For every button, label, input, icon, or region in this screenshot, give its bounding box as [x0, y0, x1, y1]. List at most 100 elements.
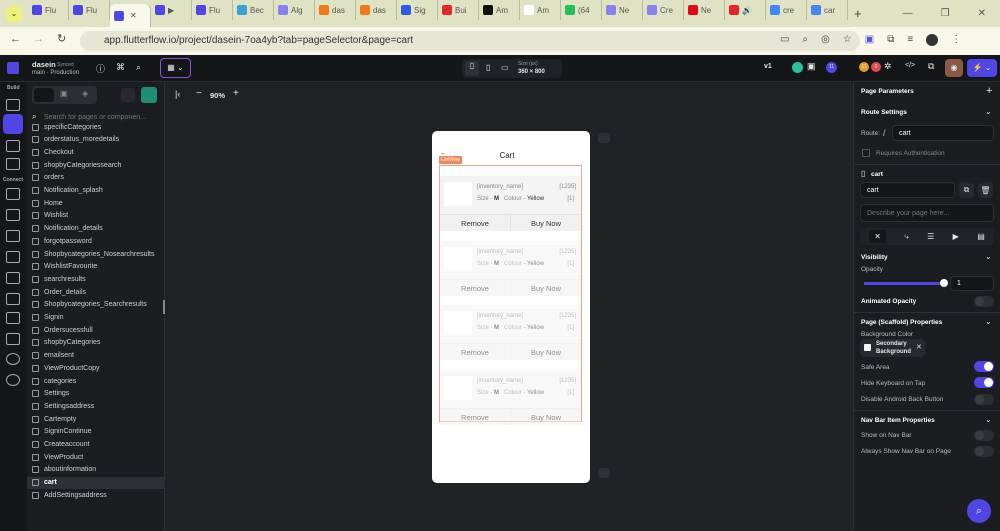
remove-button[interactable]: Remove	[440, 344, 510, 360]
cart-item-card[interactable]: [inventory_name] [1235] Size - M Colour …	[440, 241, 581, 296]
page-list-item[interactable]: Wishlist	[27, 210, 165, 222]
app-state-icon[interactable]	[6, 230, 20, 242]
preview-button[interactable]: ◉	[945, 59, 963, 77]
page-list-item[interactable]: orderstatus_moredetails	[27, 134, 165, 146]
page-list-item[interactable]: Createaccount	[27, 439, 165, 451]
page-list-item[interactable]: Notification_details	[27, 223, 165, 235]
check-icon[interactable]	[792, 62, 803, 73]
page-list-item[interactable]: Checkout	[27, 146, 165, 158]
ai-agent-icon[interactable]	[6, 333, 20, 345]
clear-icon[interactable]: ✕	[916, 343, 922, 351]
chevron-down-icon[interactable]: ⌄	[985, 107, 992, 116]
opacity-slider[interactable]	[864, 279, 948, 287]
components-icon[interactable]	[6, 251, 20, 263]
desktop-icon[interactable]: ▭	[501, 63, 509, 72]
chevron-down-icon[interactable]: ⌄	[985, 252, 992, 261]
add-page-button[interactable]	[141, 87, 157, 103]
cart-item-card[interactable]: [inventory_name] [1235] Size - M Colour …	[440, 176, 581, 231]
remove-button[interactable]: Remove	[440, 409, 510, 425]
browser-tab[interactable]: Sig	[397, 0, 438, 20]
page-list-item[interactable]: ViewProductCopy	[27, 362, 165, 374]
open-external-icon[interactable]: ⧉	[928, 61, 934, 72]
delete-page-button[interactable]: 🗑	[978, 182, 993, 198]
browser-tab[interactable]: Ne	[602, 0, 643, 20]
backend-query-tab-icon[interactable]: ☰	[927, 232, 934, 241]
buy-now-button[interactable]: Buy Now	[510, 344, 581, 360]
animations-tab-icon[interactable]: ▶	[953, 232, 959, 241]
page-list-item[interactable]: cart	[27, 476, 165, 489]
chevron-down-icon[interactable]: ⌄	[985, 415, 992, 424]
close-icon[interactable]: ✕	[978, 8, 986, 19]
theme-icon[interactable]	[6, 353, 20, 365]
always-nav-toggle[interactable]	[974, 446, 994, 457]
bug-icon[interactable]: ✲	[884, 61, 892, 72]
back-icon[interactable]: ←	[10, 33, 21, 45]
widget-palette-button[interactable]: ▦ ⌄	[160, 58, 191, 78]
notification-badge[interactable]: 11	[826, 62, 837, 73]
browser-tab[interactable]: ▶	[151, 0, 192, 20]
browser-tab[interactable]: Flu	[192, 0, 233, 20]
remove-button[interactable]: Remove	[440, 280, 510, 296]
chat-icon[interactable]: ▣	[807, 61, 816, 72]
show-nav-toggle[interactable]	[974, 430, 994, 441]
close-tab-icon[interactable]: ✕	[130, 11, 137, 20]
new-folder-button[interactable]	[121, 88, 135, 102]
puzzle-icon[interactable]: ⧉	[887, 34, 894, 46]
widget-tree-icon[interactable]	[6, 140, 20, 152]
menu-icon[interactable]: ⋮	[951, 34, 961, 46]
cart-item-card[interactable]: [inventory_name] [1235] Size - M Colour …	[440, 370, 581, 425]
add-widget-icon[interactable]	[6, 99, 20, 111]
keyboard-icon[interactable]	[598, 133, 610, 143]
browser-tab[interactable]: das	[356, 0, 397, 20]
page-list-item[interactable]: emailsent	[27, 350, 165, 362]
buy-now-button[interactable]: Buy Now	[510, 409, 581, 425]
browser-tab[interactable]: Flu	[69, 0, 110, 20]
browser-tab[interactable]: Cre	[643, 0, 684, 20]
duplicate-page-button[interactable]: ⧉	[959, 182, 974, 198]
scrollbar[interactable]	[163, 300, 165, 314]
restore-icon[interactable]: ❐	[941, 8, 950, 19]
minimize-icon[interactable]: —	[903, 8, 913, 19]
buy-now-button[interactable]: Buy Now	[510, 280, 581, 296]
disable-back-toggle[interactable]	[974, 394, 994, 405]
page-list-item[interactable]: specificCategories	[27, 121, 165, 133]
components-tab[interactable]: ▣	[60, 89, 68, 98]
cart-item-card[interactable]: [inventory_name] [1235] Size - M Colour …	[440, 305, 581, 360]
page-list-item[interactable]: WishlistFavourite	[27, 261, 165, 273]
help-icon[interactable]: ⓘ	[96, 62, 105, 75]
collapse-panel-icon[interactable]: |‹	[175, 89, 180, 99]
chevron-down-icon[interactable]: ⌄	[985, 317, 992, 326]
page-list-item[interactable]: Shopbycategories_Searchresults	[27, 299, 165, 311]
media-assets-icon[interactable]	[6, 272, 20, 284]
page-list-item[interactable]: Notification_splash	[27, 185, 165, 197]
run-button[interactable]: ⚡ ⌄	[967, 59, 997, 77]
page-list-item[interactable]: ViewProduct	[27, 451, 165, 463]
browser-tab[interactable]: Bui	[438, 0, 479, 20]
forward-icon[interactable]: →	[33, 33, 44, 45]
page-list-item[interactable]: shopbyCategoriessearch	[27, 159, 165, 171]
opacity-input[interactable]: 1	[950, 276, 994, 291]
zoom-out-button[interactable]: −	[196, 88, 202, 99]
page-list-item[interactable]: shopbyCategories	[27, 337, 165, 349]
keyboard-icon[interactable]	[598, 468, 610, 478]
hide-keyboard-toggle[interactable]	[974, 377, 994, 388]
browser-tab[interactable]: ✕	[110, 4, 151, 27]
pages-icon[interactable]	[3, 114, 23, 134]
browser-tab[interactable]: car	[807, 0, 848, 20]
url-input[interactable]: app.flutterflow.io/project/dasein-7oa4yb…	[80, 31, 860, 51]
version-selector[interactable]: v1	[764, 63, 772, 70]
support-chat-button[interactable]: ⌕	[967, 499, 991, 523]
reload-icon[interactable]: ↻	[57, 32, 66, 45]
avatar[interactable]	[926, 34, 939, 46]
library-tab[interactable]: ◈	[82, 89, 88, 98]
device-selector[interactable]: ▯ ▯ ▭ Size (px) 360 × 800	[462, 59, 562, 78]
command-icon[interactable]: ⌘	[116, 62, 125, 73]
api-calls-icon[interactable]	[6, 293, 20, 305]
browser-tab[interactable]: Flu	[28, 0, 69, 20]
page-name-input[interactable]: cart	[860, 182, 955, 198]
tab-search-button[interactable]: ⌄	[6, 5, 22, 22]
star-icon[interactable]: ☆	[843, 34, 852, 46]
error-badge[interactable]: 6	[871, 62, 881, 72]
browser-tab[interactable]: Ne	[684, 0, 725, 20]
page-list-item[interactable]: aboutinformation	[27, 464, 165, 476]
